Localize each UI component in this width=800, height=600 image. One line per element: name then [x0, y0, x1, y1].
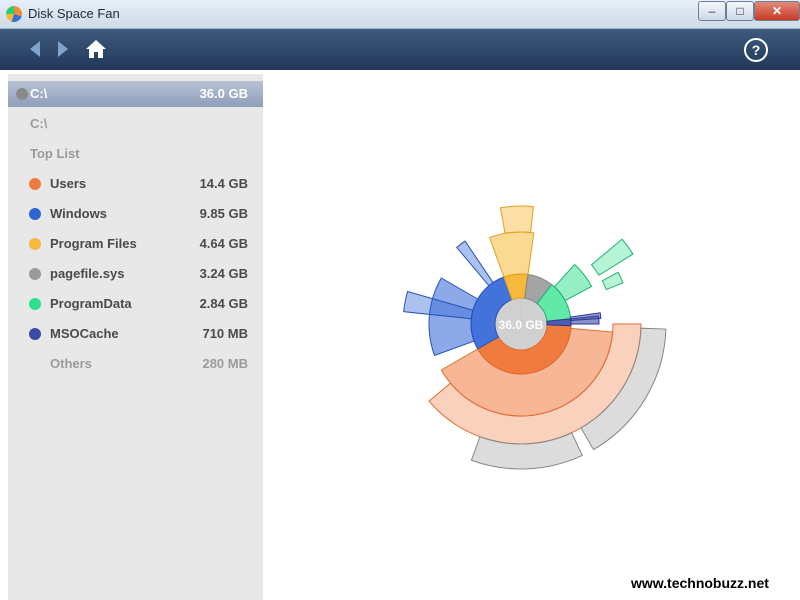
item-size: 4.64 GB: [199, 236, 248, 251]
item-name: ProgramData: [50, 296, 132, 311]
list-item-programdata[interactable]: ProgramData 2.84 GB: [8, 291, 263, 317]
toolbar: ?: [0, 29, 800, 70]
item-size: 14.4 GB: [199, 176, 248, 191]
section-heading: Top List: [8, 141, 263, 167]
breadcrumb-path-label: C:\: [30, 116, 48, 131]
list-item-windows[interactable]: Windows 9.85 GB: [8, 201, 263, 227]
section-heading-label: Top List: [30, 146, 80, 161]
programdata-spike-segment[interactable]: [601, 271, 624, 291]
forward-arrow-icon[interactable]: [58, 41, 68, 57]
item-size: 2.84 GB: [199, 296, 248, 311]
drive-dot-icon: [16, 88, 28, 100]
window-title: Disk Space Fan: [28, 6, 120, 21]
home-icon[interactable]: [84, 37, 108, 61]
window-title-bar: Disk Space Fan – □ ✕: [0, 0, 800, 29]
close-button[interactable]: ✕: [754, 1, 800, 21]
item-size: 9.85 GB: [199, 206, 248, 221]
drive-name: C:\: [30, 86, 48, 101]
list-item-users[interactable]: Users 14.4 GB: [8, 171, 263, 197]
program-files-spike-segment[interactable]: [499, 205, 534, 234]
drive-size: 36.0 GB: [199, 86, 248, 101]
help-icon[interactable]: ?: [744, 38, 768, 62]
item-name: pagefile.sys: [50, 266, 125, 281]
color-dot-icon: [29, 178, 41, 190]
item-name: Others: [50, 356, 92, 371]
minimize-button[interactable]: –: [698, 1, 726, 21]
color-dot-icon: [29, 238, 41, 250]
list-item-others[interactable]: Others 280 MB: [8, 351, 263, 377]
back-arrow-icon[interactable]: [30, 41, 40, 57]
programdata-spike-segment[interactable]: [590, 238, 634, 276]
item-size: 710 MB: [202, 326, 248, 341]
item-size: 3.24 GB: [199, 266, 248, 281]
item-size: 280 MB: [202, 356, 248, 371]
list-item-program-files[interactable]: Program Files 4.64 GB: [8, 231, 263, 257]
item-name: Windows: [50, 206, 107, 221]
list-item-pagefile[interactable]: pagefile.sys 3.24 GB: [8, 261, 263, 287]
sidebar: C:\ 36.0 GB C:\ Top List Users 14.4 GB W…: [8, 74, 263, 600]
windows-spike-segment[interactable]: [456, 240, 494, 287]
watermark: www.technobuzz.net: [631, 575, 769, 591]
maximize-button[interactable]: □: [726, 1, 754, 21]
color-dot-icon: [29, 208, 41, 220]
breadcrumb-path[interactable]: C:\: [8, 111, 263, 137]
sunburst-group[interactable]: [403, 205, 667, 470]
color-dot-icon: [29, 268, 41, 280]
color-dot-icon: [29, 298, 41, 310]
app-icon: [6, 6, 22, 22]
item-name: Users: [50, 176, 87, 191]
disk-usage-sunburst[interactable]: 36.0 GB: [263, 70, 800, 600]
center-total-label: 36.0 GB: [499, 318, 544, 332]
color-dot-icon: [29, 328, 41, 340]
list-item-msocache[interactable]: MSOCache 710 MB: [8, 321, 263, 347]
item-name: MSOCache: [50, 326, 119, 341]
sidebar-item-drive-c[interactable]: C:\ 36.0 GB: [8, 81, 263, 107]
program-files-child-segment[interactable]: [488, 231, 535, 278]
item-name: Program Files: [50, 236, 137, 251]
